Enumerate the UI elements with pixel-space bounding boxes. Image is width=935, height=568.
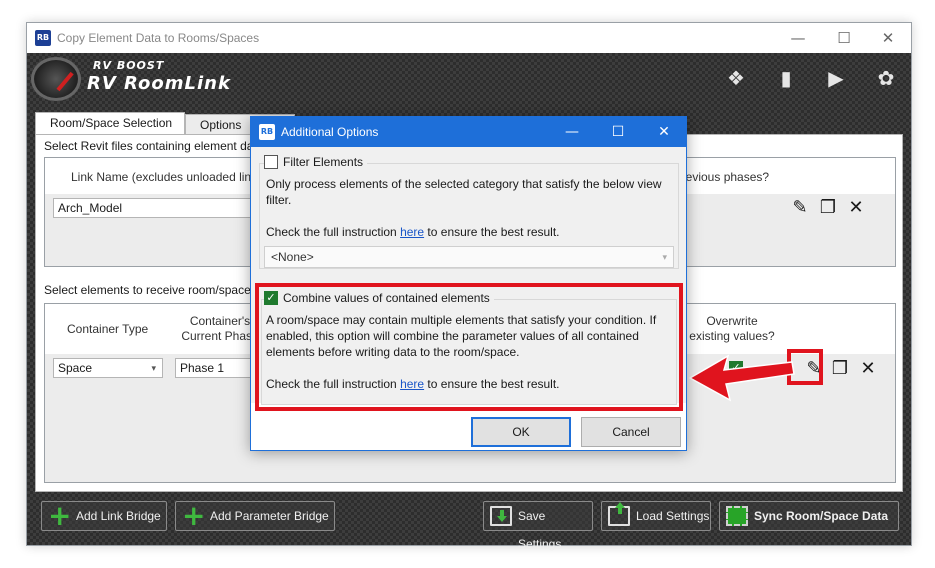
manual-icon[interactable]: ▮ bbox=[773, 65, 799, 91]
combine-values-checkbox[interactable]: ✓ bbox=[264, 291, 278, 305]
link-name-cell[interactable]: Arch_Model bbox=[53, 198, 253, 218]
dialog-body: Filter Elements Only process elements of… bbox=[251, 147, 686, 411]
cancel-button[interactable]: Cancel bbox=[581, 417, 681, 447]
add-link-bridge-label: Add Link Bridge bbox=[76, 509, 161, 523]
save-settings-label: Save Settings bbox=[518, 509, 562, 551]
tab-room-space-selection[interactable]: Room/Space Selection bbox=[35, 112, 185, 136]
plus-icon: + bbox=[48, 499, 72, 532]
maximize-button[interactable]: ☐ bbox=[821, 23, 867, 53]
view-filter-combo[interactable]: <None> ▾ bbox=[264, 246, 674, 268]
delete-icon[interactable]: ✕ bbox=[857, 358, 879, 380]
tab-label: Room/Space Selection bbox=[50, 116, 173, 130]
copy-icon[interactable]: ❐ bbox=[829, 358, 851, 380]
col-link-name: Link Name (excludes unloaded links) bbox=[71, 170, 268, 184]
tab-label: Options bbox=[200, 118, 242, 132]
container-type-select[interactable]: Space ▾ bbox=[53, 358, 163, 378]
filter-elements-label: Filter Elements bbox=[283, 155, 364, 169]
edit-icon[interactable]: ✎ bbox=[789, 197, 811, 219]
app-icon: RB bbox=[35, 30, 51, 46]
dialog-title-bar: RB Additional Options — ☐ ✕ bbox=[251, 117, 686, 147]
filter-instruction-text: Check the full instruction here to ensur… bbox=[266, 224, 670, 240]
combine-values-header: ✓ Combine values of contained elements bbox=[264, 291, 494, 305]
sync-room-space-data-button[interactable]: Sync Room/Space Data bbox=[719, 501, 899, 531]
save-settings-button[interactable]: Save Settings bbox=[483, 501, 593, 551]
video-icon[interactable]: ▶ bbox=[823, 65, 849, 91]
additional-options-dialog: RB Additional Options — ☐ ✕ Filter Eleme… bbox=[250, 116, 687, 451]
package-icon[interactable]: ❖ bbox=[723, 65, 749, 91]
plus-icon: + bbox=[182, 499, 206, 532]
sync-icon bbox=[726, 506, 748, 526]
instruction-suffix: to ensure the best result. bbox=[424, 377, 560, 391]
add-parameter-bridge-label: Add Parameter Bridge bbox=[210, 509, 329, 523]
save-icon bbox=[490, 506, 512, 526]
dialog-app-icon: RB bbox=[259, 124, 275, 140]
combine-values-description: A room/space may contain multiple elemen… bbox=[266, 313, 657, 359]
dialog-title: Additional Options bbox=[281, 125, 379, 139]
phase-select[interactable]: Phase 1 bbox=[175, 358, 255, 378]
col-previous-phases: previous phases? bbox=[675, 170, 770, 184]
filter-instruction-link[interactable]: here bbox=[400, 225, 424, 239]
filter-elements-header: Filter Elements bbox=[264, 155, 368, 169]
section-elements-title: Select elements to receive room/space da… bbox=[44, 283, 278, 297]
container-type-value: Space bbox=[58, 361, 93, 375]
dialog-close-button[interactable]: ✕ bbox=[641, 117, 687, 147]
add-parameter-bridge-button[interactable]: + Add Parameter Bridge bbox=[175, 501, 335, 531]
ok-button[interactable]: OK bbox=[471, 417, 571, 447]
col-overwrite: Overwrite existing values? bbox=[689, 314, 775, 343]
close-button[interactable]: ✕ bbox=[865, 23, 911, 53]
brand-subtitle: RV BOOST bbox=[93, 59, 165, 72]
combine-instruction-text: Check the full instruction here to ensur… bbox=[266, 376, 670, 392]
combine-instruction-link[interactable]: here bbox=[400, 377, 424, 391]
load-icon bbox=[608, 502, 630, 526]
chevron-down-icon: ▾ bbox=[662, 252, 667, 262]
add-link-bridge-button[interactable]: + Add Link Bridge bbox=[41, 501, 167, 531]
filter-elements-group: Filter Elements Only process elements of… bbox=[259, 155, 679, 269]
delete-icon[interactable]: ✕ bbox=[845, 197, 867, 219]
filter-elements-checkbox[interactable] bbox=[264, 155, 278, 169]
load-settings-button[interactable]: Load Settings bbox=[601, 501, 711, 531]
annotation-arrow-icon bbox=[688, 354, 795, 402]
view-filter-value: <None> bbox=[271, 250, 314, 264]
dialog-maximize-button[interactable]: ☐ bbox=[595, 117, 641, 147]
window-title: Copy Element Data to Rooms/Spaces bbox=[57, 31, 260, 45]
copy-icon[interactable]: ❐ bbox=[817, 197, 839, 219]
instruction-suffix: to ensure the best result. bbox=[424, 225, 560, 239]
instruction-prefix: Check the full instruction bbox=[266, 377, 401, 391]
gauge-needle-icon bbox=[56, 71, 74, 92]
combine-values-label: Combine values of contained elements bbox=[283, 291, 490, 305]
combine-values-group: ✓ Combine values of contained elements A… bbox=[261, 291, 677, 405]
title-bar: RB Copy Element Data to Rooms/Spaces — ☐… bbox=[27, 23, 911, 53]
col-container-type: Container Type bbox=[67, 322, 149, 336]
sync-label: Sync Room/Space Data bbox=[754, 509, 889, 523]
filter-elements-description: Only process elements of the selected ca… bbox=[266, 177, 662, 207]
load-settings-label: Load Settings bbox=[636, 509, 710, 523]
chevron-down-icon: ▾ bbox=[151, 363, 156, 373]
minimize-button[interactable]: — bbox=[775, 23, 821, 53]
dialog-minimize-button[interactable]: — bbox=[549, 117, 595, 147]
instruction-prefix: Check the full instruction bbox=[266, 225, 401, 239]
speedometer-logo-icon bbox=[31, 57, 81, 101]
community-icon[interactable]: ✿ bbox=[873, 65, 899, 91]
section-files-title: Select Revit files containing element da… bbox=[44, 139, 264, 153]
brand-title: RV RoomLink bbox=[87, 73, 231, 94]
